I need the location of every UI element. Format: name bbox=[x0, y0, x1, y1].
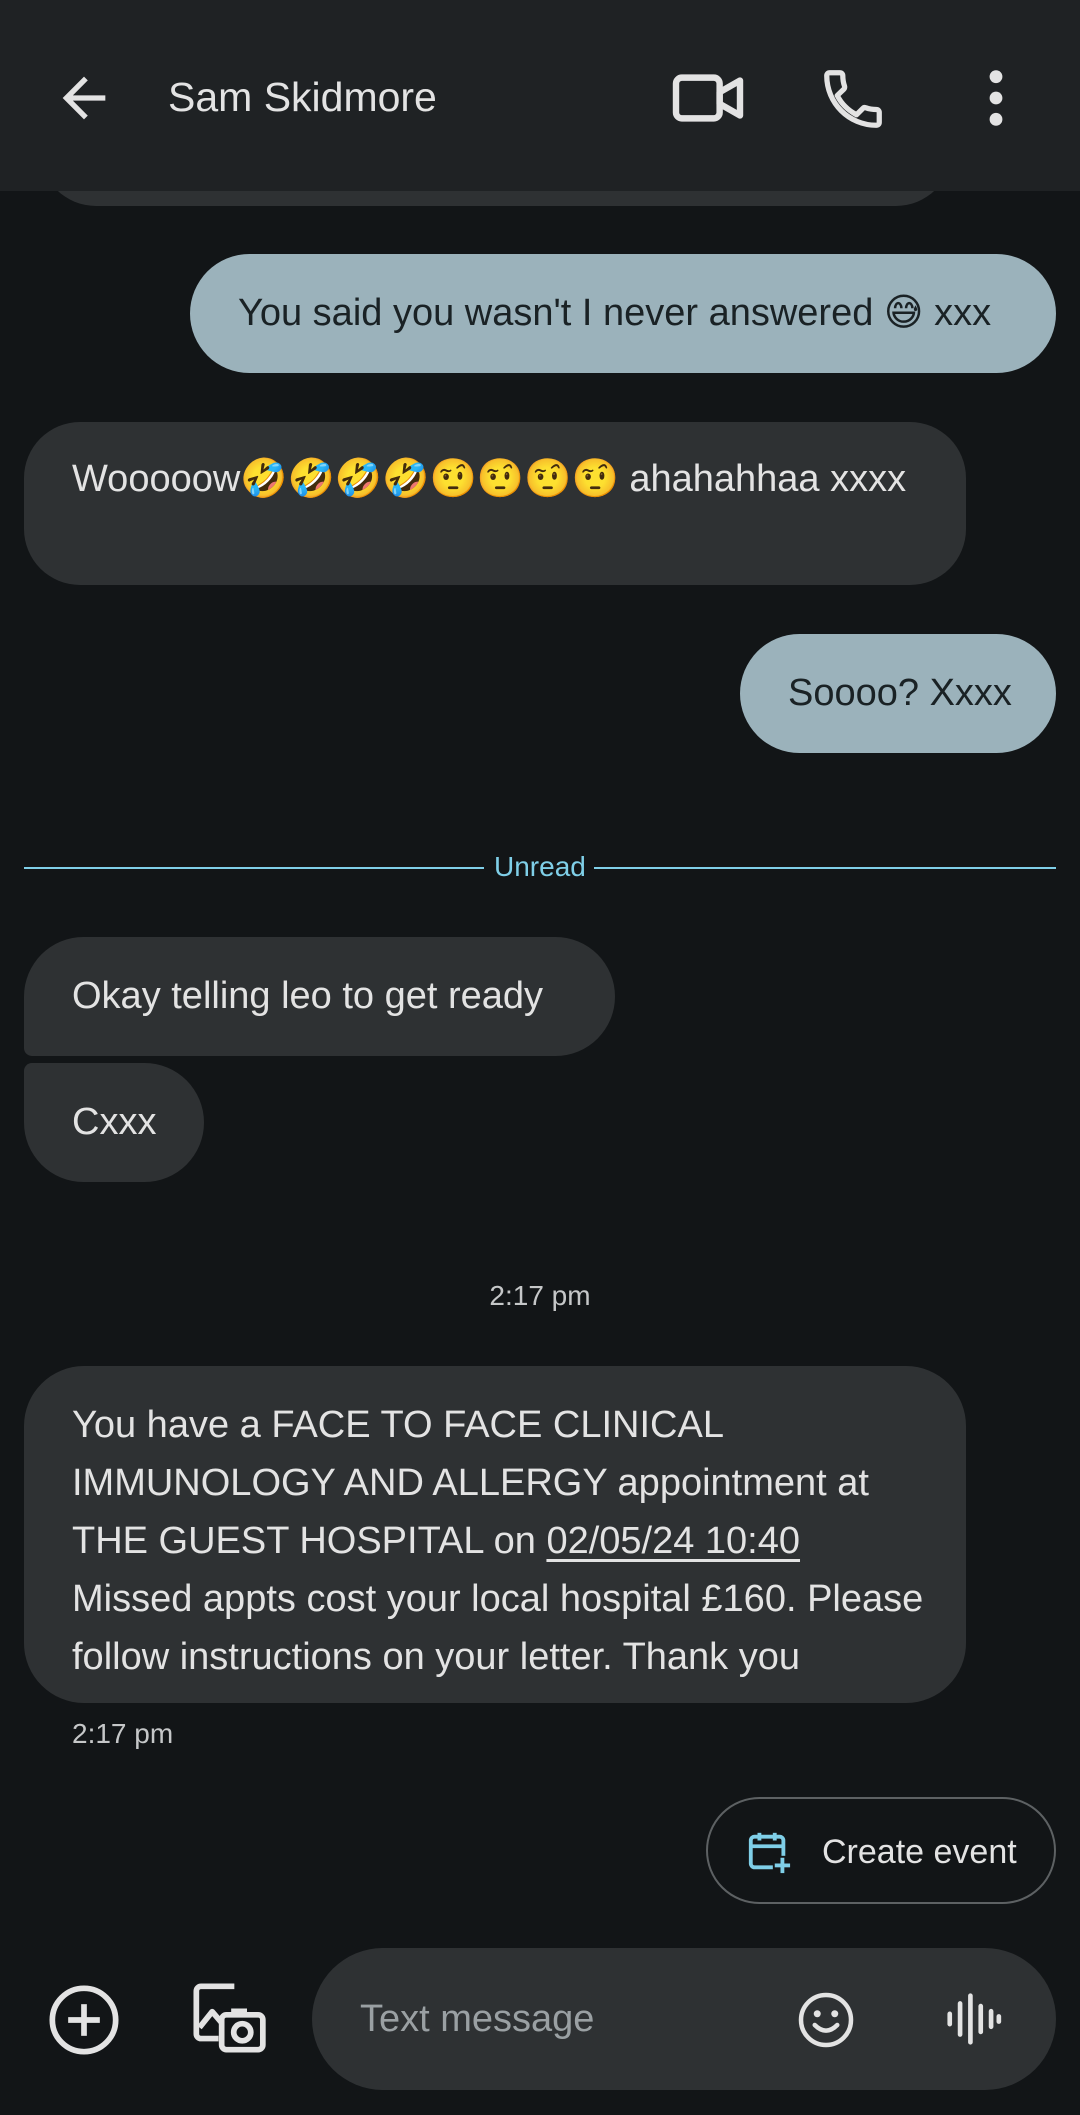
contact-name[interactable]: Sam Skidmore bbox=[168, 72, 437, 122]
divider-line bbox=[594, 867, 1056, 869]
message-composer[interactable]: Text message bbox=[312, 1948, 1056, 2090]
unread-divider: Unread bbox=[24, 851, 1056, 882]
calendar-add-icon bbox=[748, 1832, 792, 1875]
date-link[interactable]: 02/05/24 10:40 bbox=[546, 1520, 800, 1562]
outgoing-message[interactable]: You said you wasn't I never answered 😅 x… bbox=[190, 254, 1056, 373]
message-text: Missed appts cost your local hospital £1… bbox=[72, 1578, 924, 1678]
incoming-message[interactable]: Wooooow🤣🤣🤣🤣🤨🤨🤨🤨 ahahahhaa xxxx bbox=[24, 422, 966, 585]
emoji-icon[interactable] bbox=[796, 1990, 856, 2050]
create-event-button[interactable]: Create event bbox=[706, 1797, 1056, 1904]
incoming-message[interactable]: Okay telling leo to get ready bbox=[24, 937, 615, 1056]
message-text: Cxxx bbox=[72, 1101, 157, 1143]
incoming-message[interactable]: Cxxx bbox=[24, 1063, 204, 1182]
phone-icon[interactable] bbox=[818, 64, 888, 134]
message-text: Soooo? Xxxx bbox=[788, 672, 1012, 714]
message-timestamp: 2:17 pm bbox=[72, 1718, 174, 1749]
message-text: Wooooow🤣🤣🤣🤣🤨🤨🤨🤨 ahahahhaa xxxx bbox=[72, 458, 907, 500]
gallery-camera-icon[interactable] bbox=[190, 1980, 266, 2056]
outgoing-message[interactable]: Soooo? Xxxx bbox=[740, 634, 1056, 753]
unread-label: Unread bbox=[494, 851, 586, 882]
message-text: Okay telling leo to get ready bbox=[72, 975, 544, 1017]
text-message-input[interactable]: Text message bbox=[360, 1996, 594, 2042]
divider-line bbox=[24, 867, 484, 869]
timestamp: 2:17 pm bbox=[489, 1280, 591, 1311]
add-circle-icon[interactable] bbox=[46, 1982, 122, 2058]
top-app-bar: Sam Skidmore bbox=[0, 0, 1080, 191]
more-vert-icon[interactable] bbox=[976, 66, 1016, 130]
video-call-icon[interactable] bbox=[670, 66, 746, 130]
create-event-label: Create event bbox=[822, 1833, 1017, 1871]
voice-icon[interactable] bbox=[942, 1988, 1004, 2050]
back-arrow-icon[interactable] bbox=[52, 66, 116, 130]
incoming-message[interactable]: You have a FACE TO FACE CLINICAL IMMUNOL… bbox=[24, 1366, 966, 1703]
message-text: You said you wasn't I never answered 😅 x… bbox=[238, 292, 992, 334]
